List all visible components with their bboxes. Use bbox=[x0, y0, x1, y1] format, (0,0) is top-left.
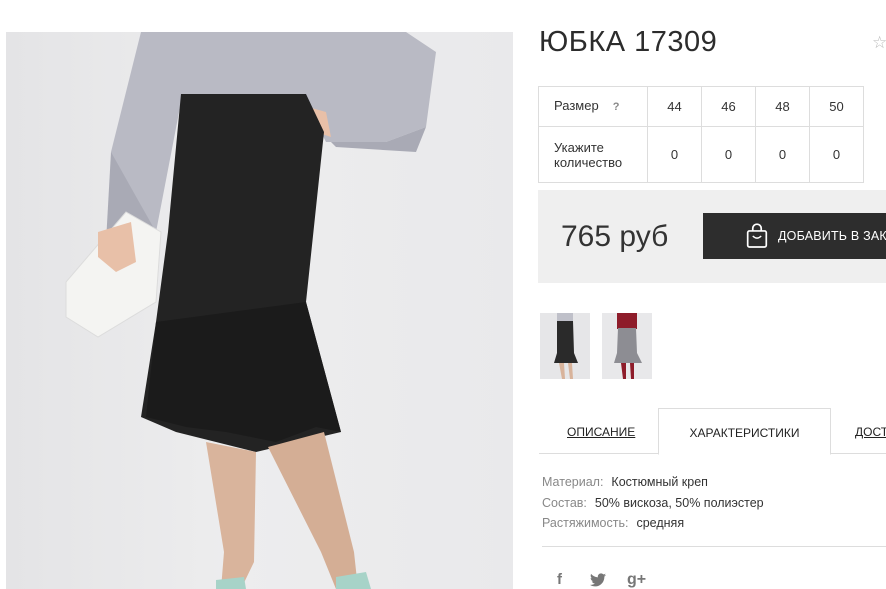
size-option-44: 44 bbox=[647, 86, 702, 127]
spec-value: Костюмный креп bbox=[611, 475, 708, 489]
size-label: Размер bbox=[554, 98, 599, 113]
specs-list: Материал: Костюмный креп Состав: 50% виско… bbox=[542, 472, 764, 534]
facebook-icon[interactable]: f bbox=[557, 571, 562, 588]
spec-composition: Состав: 50% вискоза, 50% полиэстер bbox=[542, 493, 764, 514]
size-option-50: 50 bbox=[809, 86, 864, 127]
spec-key: Материал: bbox=[542, 475, 604, 489]
spec-stretch: Растяжимость: средняя bbox=[542, 513, 764, 534]
product-main-photo[interactable] bbox=[6, 32, 513, 589]
size-option-46: 46 bbox=[701, 86, 756, 127]
product-title: ЮБКА 17309 bbox=[539, 26, 718, 58]
spec-key: Растяжимость: bbox=[542, 516, 629, 530]
price: 765 руб bbox=[561, 220, 669, 253]
size-help-icon[interactable]: ? bbox=[613, 101, 620, 113]
star-icon[interactable]: ☆ bbox=[872, 33, 886, 53]
buy-box: 765 руб ДОБАВИТЬ В ЗАКАЗ bbox=[538, 190, 886, 283]
size-option-48: 48 bbox=[755, 86, 810, 127]
divider bbox=[542, 546, 886, 547]
shopping-bag-icon bbox=[746, 223, 768, 248]
quantity-input-44[interactable]: 0 bbox=[647, 126, 702, 183]
tab-characteristics[interactable]: ХАРАКТЕРИСТИКИ bbox=[658, 408, 831, 455]
quantity-input-46[interactable]: 0 bbox=[701, 126, 756, 183]
size-row-label: Размер? bbox=[538, 86, 648, 127]
quantity-label: Укажите количество bbox=[538, 126, 648, 183]
size-quantity-table: Размер? 44 46 48 50 Укажите количество 0… bbox=[538, 86, 864, 183]
tab-description[interactable]: ОПИСАНИЕ bbox=[567, 408, 635, 453]
spec-value: средняя bbox=[636, 516, 685, 530]
add-to-cart-label: ДОБАВИТЬ В ЗАКАЗ bbox=[777, 229, 886, 243]
quantity-input-50[interactable]: 0 bbox=[809, 126, 864, 183]
thumbnail-1[interactable] bbox=[540, 313, 590, 379]
add-to-cart-button[interactable]: ДОБАВИТЬ В ЗАКАЗ bbox=[703, 213, 886, 259]
tab-delivery[interactable]: ДОСТАВКА bbox=[855, 408, 886, 453]
twitter-icon[interactable] bbox=[590, 573, 606, 587]
product-tabs: ОПИСАНИЕ ХАРАКТЕРИСТИКИ ДОСТАВКА bbox=[539, 408, 886, 455]
spec-material: Материал: Костюмный креп bbox=[542, 472, 764, 493]
spec-key: Состав: bbox=[542, 495, 587, 510]
spec-value: 50% вискоза, 50% полиэстер bbox=[594, 495, 764, 510]
thumbnail-2[interactable] bbox=[602, 313, 652, 379]
quantity-input-48[interactable]: 0 bbox=[755, 126, 810, 183]
google-plus-icon[interactable]: g+ bbox=[627, 571, 646, 589]
